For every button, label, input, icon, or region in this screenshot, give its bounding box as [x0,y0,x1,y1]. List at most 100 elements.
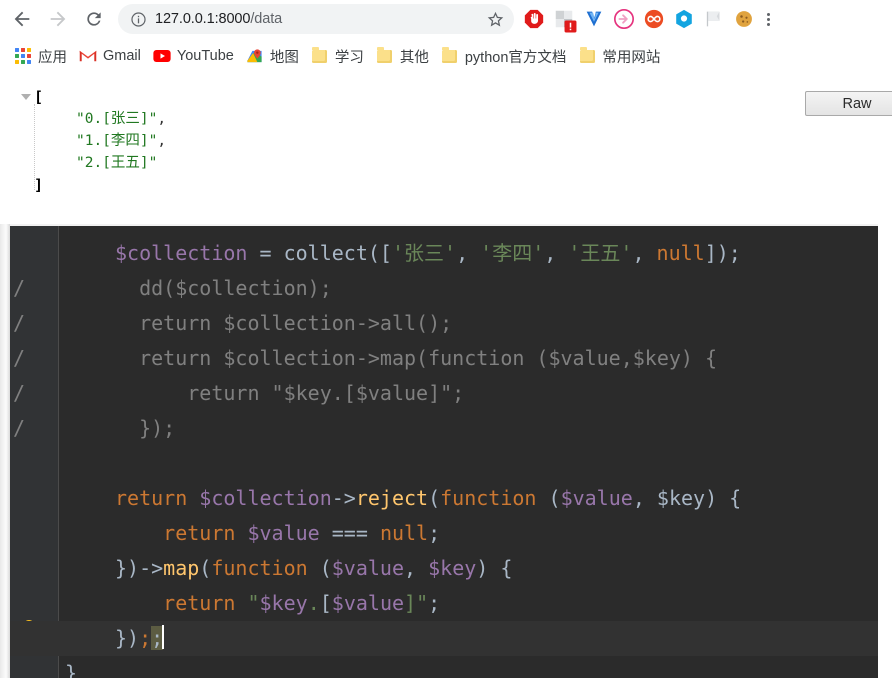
code-token: = [247,241,284,265]
code-line[interactable]: / return "$key.[$value]"; [10,376,878,411]
url-path: /data [250,11,283,27]
arrow-left-icon [14,11,30,27]
comment-marker: / [13,416,26,440]
json-close-row: ] [18,174,166,196]
adblock-icon[interactable] [520,4,548,34]
code-token: return $collection->map(function ($value… [115,346,718,370]
json-comma: , [157,111,167,127]
code-token: , [456,241,481,265]
comment-marker: / [13,346,26,370]
code-token: $value [560,486,633,510]
json-item-row: "1.[李四]" , [18,130,166,152]
code-token: ; [428,591,441,615]
code-token: , [544,241,569,265]
triangle-down-icon[interactable] [18,86,34,108]
code-line[interactable]: $collection = collect(['张三', '李四', '王五',… [10,236,878,271]
code-token: '张三' [391,241,457,265]
code-token: $value [331,591,405,615]
code-line[interactable]: });; [10,621,878,656]
code-token: ( [307,556,332,580]
raw-toggle-button[interactable]: Raw [805,91,892,116]
folder-icon [441,47,459,65]
pink-arrow-icon[interactable] [610,4,638,34]
code-line[interactable]: / return $collection->map(function ($val… [10,341,878,376]
bookmark-folder-study[interactable]: 学习 [307,43,372,69]
json-content: [ "0.[张三]" , "1.[李四]" , "2.[王五]"] [18,86,166,196]
code-token: ) { [705,486,742,510]
bookmark-label: 应用 [38,49,67,66]
folder-icon [578,47,596,65]
code-token: " [247,591,260,615]
ide-right-edge [878,224,892,678]
code-line[interactable]: return $value === null; [10,516,878,551]
forward-button[interactable] [40,3,76,35]
ide-left-edge [0,224,10,678]
comment-marker: / [13,311,26,335]
bookmark-label: YouTube [176,48,234,64]
code-token: ; [428,521,441,545]
json-string-value: "0.[张三]" [76,111,158,127]
code-token: '李四' [480,241,545,265]
code-token: } [65,661,78,678]
reload-button[interactable] [76,3,112,35]
code-token: ; [139,626,152,650]
code-token: $key [259,591,308,615]
code-line[interactable]: })->map(function ($value, $key) { [10,551,878,586]
reload-icon [87,12,101,26]
code-token: -> [331,486,356,510]
code-token: map [163,556,200,580]
code-line[interactable]: / }); [10,411,878,446]
back-button[interactable] [4,3,40,35]
code-line[interactable]: return "$key.[$value]"; [10,586,878,621]
code-token: collect [283,241,368,265]
bookmark-folder-python-docs[interactable]: python官方文档 [437,43,575,69]
address-bar[interactable]: 127.0.0.1:8000/data [118,4,514,34]
comment-marker: / [13,276,26,300]
bookmark-apps[interactable]: 应用 [10,43,75,69]
folder-icon [376,47,394,65]
bookmark-gmail[interactable]: Gmail [75,43,149,69]
code-token: $key [656,486,706,510]
code-token: $collection [115,241,248,265]
code-line[interactable] [10,446,878,481]
json-item-row: "2.[王五]" [18,152,166,174]
code-token: dd($collection); [115,276,332,300]
code-editor[interactable]: $collection = collect(['张三', '李四', '王五',… [10,226,878,678]
code-line[interactable]: / dd($collection); [10,271,878,306]
code-token: , [632,486,657,510]
bookmarks-bar: 应用 Gmail YouTube 地图 学习 其他 python官方文档 常用网… [0,38,892,74]
json-string-value: "2.[王五]" [76,155,158,171]
bookmark-folder-common-sites[interactable]: 常用网站 [574,43,668,69]
puzzle-alert-icon[interactable] [550,4,578,34]
code-token: return $collection->all(); [115,311,453,335]
code-lines[interactable]: $collection = collect(['张三', '李四', '王五',… [10,226,878,678]
bookmark-star-icon[interactable] [482,6,508,32]
infinity-icon[interactable] [640,4,668,34]
bookmark-maps[interactable]: 地图 [242,43,307,69]
bookmark-youtube[interactable]: YouTube [149,43,242,69]
bookmark-label: 常用网站 [602,49,661,66]
chrome-menu-icon[interactable] [760,4,776,34]
page-info-icon[interactable] [128,9,148,29]
youtube-icon [153,47,171,65]
code-token: ( [536,486,561,510]
bookmark-label: 地图 [269,49,299,66]
hexagon-icon[interactable] [670,4,698,34]
code-line[interactable]: return $collection->reject(function ($va… [10,481,878,516]
cookie-icon[interactable] [730,4,758,34]
bookmark-folder-other[interactable]: 其他 [372,43,437,69]
code-line[interactable]: } [10,656,878,678]
vimium-icon[interactable] [580,4,608,34]
url-host: 127.0.0.1:8000 [155,11,251,27]
flag-icon[interactable] [700,4,728,34]
code-token: null [656,241,705,265]
code-token: null [379,521,429,545]
code-token: === [319,521,380,545]
address-bar-url[interactable]: 127.0.0.1:8000/data [148,11,482,27]
code-line[interactable]: / return $collection->all(); [10,306,878,341]
